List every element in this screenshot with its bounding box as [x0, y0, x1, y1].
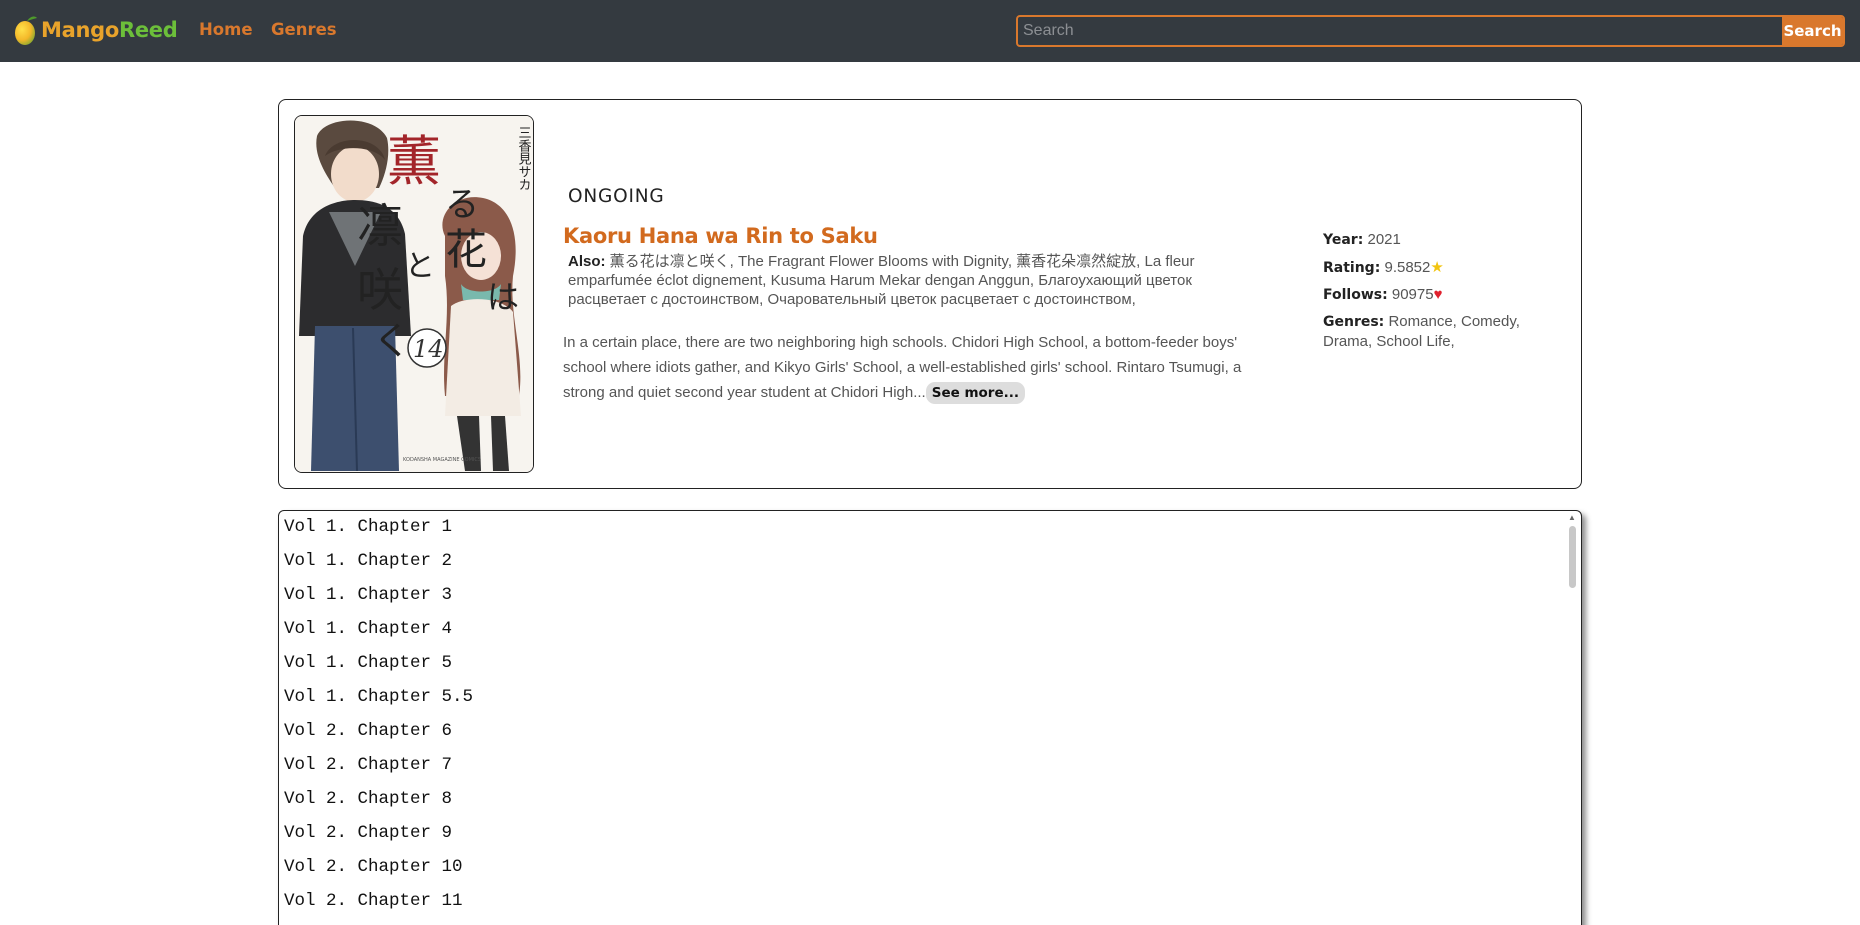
cover-title-glyph-2: る	[445, 185, 479, 225]
chapter-item[interactable]: Vol 1. Chapter 3	[284, 585, 452, 605]
year-value: 2021	[1367, 231, 1401, 248]
chapter-item[interactable]: Vol 1. Chapter 1	[284, 517, 452, 537]
brand-logo[interactable]: MangoReed	[13, 12, 178, 48]
see-more-button[interactable]: See more...	[925, 382, 1025, 404]
scroll-up-arrow-icon[interactable]: ▲	[1568, 513, 1576, 522]
alt-titles-text: 薫る花は凛と咲く, The Fragrant Flower Blooms wit…	[568, 253, 1195, 308]
chapter-item[interactable]: Vol 2. Chapter 7	[284, 755, 452, 775]
cover-title-glyph-5: 凛	[357, 199, 403, 253]
chapter-item[interactable]: Vol 1. Chapter 2	[284, 551, 452, 571]
status-badge: ONGOING	[568, 186, 665, 207]
year-label: Year:	[1323, 232, 1364, 248]
search-input[interactable]	[1018, 17, 1784, 45]
cover-title-glyph-8: く	[373, 319, 411, 363]
alt-titles: Also: 薫る花は凛と咲く, The Fragrant Flower Bloo…	[568, 252, 1228, 309]
cover-author: 三香見サカ	[516, 126, 532, 191]
cover-publisher-mark: KODANSHA MAGAZINE COMICS	[403, 457, 481, 463]
follows-label: Follows:	[1323, 287, 1388, 303]
chapter-item[interactable]: Vol 1. Chapter 5.5	[284, 687, 473, 707]
manga-description: In a certain place, there are two neighb…	[563, 330, 1263, 405]
rating-label: Rating:	[1323, 260, 1381, 276]
nav-genres-link[interactable]: Genres	[271, 20, 337, 39]
manga-info-card: 薫 る 花 は 凛 と 咲 く 14 三香見サカ KODANSHA MAGAZI…	[278, 99, 1582, 489]
chapter-item[interactable]: Vol 2. Chapter 11	[284, 891, 463, 911]
cover-title-glyph-3: 花	[445, 225, 487, 274]
cover-title-glyph-7: 咲	[357, 263, 403, 317]
chapter-item[interactable]: Vol 1. Chapter 5	[284, 653, 452, 673]
manga-cover-image: 薫 る 花 は 凛 と 咲 く 14 三香見サカ KODANSHA MAGAZI…	[294, 115, 534, 473]
heart-icon: ♥	[1433, 286, 1443, 303]
chapter-item[interactable]: Vol 2. Chapter 8	[284, 789, 452, 809]
cover-title-glyph-4: は	[487, 278, 519, 316]
brand-name: MangoReed	[41, 18, 178, 42]
search-button[interactable]: Search	[1782, 17, 1843, 45]
chapter-item[interactable]: Vol 2. Chapter 9	[284, 823, 452, 843]
chapter-item[interactable]: Vol 2. Chapter 10	[284, 857, 463, 877]
genres-label: Genres:	[1323, 314, 1385, 330]
mango-icon	[15, 16, 37, 45]
manga-title: Kaoru Hana wa Rin to Saku	[563, 224, 878, 248]
cover-volume-number: 14	[413, 335, 444, 363]
navbar: MangoReed Home Genres Search	[0, 0, 1860, 62]
chapter-list: Vol 1. Chapter 1 Vol 1. Chapter 2 Vol 1.…	[278, 510, 1582, 925]
cover-title-glyph-6: と	[405, 249, 435, 284]
year-info: Year: 2021	[1323, 230, 1401, 250]
scroll-thumb[interactable]	[1569, 526, 1576, 588]
search-form: Search	[1016, 15, 1845, 47]
cover-art: 薫 る 花 は 凛 と 咲 く 14 三香見サカ KODANSHA MAGAZI…	[295, 116, 533, 472]
star-icon: ★	[1430, 259, 1444, 276]
genres-info: Genres: Romance, Comedy, Drama, School L…	[1323, 312, 1573, 351]
cover-title-glyph-1: 薫	[387, 130, 441, 193]
follows-value: 90975	[1391, 286, 1434, 303]
chapter-list-scrollbar[interactable]: ▲	[1567, 513, 1577, 925]
alt-titles-label: Also:	[568, 253, 606, 270]
rating-info: Rating: 9.5852★	[1323, 258, 1444, 278]
chapter-item[interactable]: Vol 2. Chapter 6	[284, 721, 452, 741]
description-text: In a certain place, there are two neighb…	[563, 334, 1242, 401]
rating-value: 9.5852	[1384, 259, 1431, 276]
nav-home-link[interactable]: Home	[199, 20, 253, 39]
follows-info: Follows: 90975♥	[1323, 285, 1443, 305]
chapter-item[interactable]: Vol 1. Chapter 4	[284, 619, 452, 639]
